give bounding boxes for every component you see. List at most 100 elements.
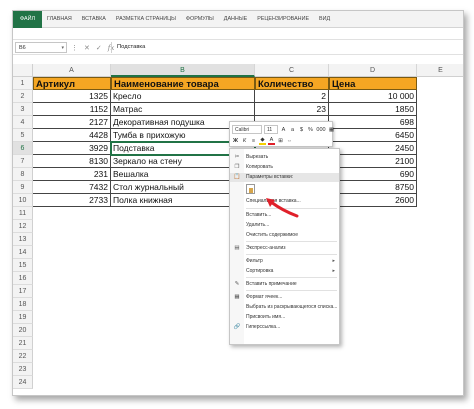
menu-item-hyperlink[interactable]: 🔗 Гиперссылка... [230, 323, 339, 332]
menu-item-define-name[interactable]: Присвоить имя... [230, 313, 339, 322]
header-cell-article[interactable]: Артикул [33, 77, 111, 90]
row-header[interactable]: 17 [13, 285, 33, 298]
row-header[interactable]: 5 [13, 129, 33, 142]
table-cell[interactable]: 23 [255, 103, 329, 116]
chevron-down-icon[interactable]: ▾ [61, 43, 64, 53]
percent-icon[interactable]: % [307, 127, 314, 133]
increase-font-icon[interactable]: A [280, 127, 287, 133]
tab-review[interactable]: РЕЦЕНЗИРОВАНИЕ [252, 11, 314, 28]
align-center-icon[interactable]: ≡ [250, 138, 257, 144]
row-header[interactable]: 14 [13, 246, 33, 259]
currency-icon[interactable]: $ [298, 127, 305, 133]
menu-item-paste-options[interactable]: 📋 Параметры вставки: [230, 173, 339, 182]
table-cell[interactable]: 2600 [329, 194, 417, 207]
row-header[interactable]: 4 [13, 116, 33, 129]
menu-item-insert-comment[interactable]: ✎ Вставить примечание [230, 280, 339, 289]
cancel-icon[interactable]: ✕ [84, 44, 90, 52]
tab-page-layout[interactable]: РАЗМЕТКА СТРАНИЦЫ [111, 11, 181, 28]
italic-icon[interactable]: К [241, 138, 248, 144]
menu-item-label: Параметры вставки: [246, 174, 294, 180]
menu-item-copy[interactable]: ❐ Копировать [230, 163, 339, 172]
table-cell[interactable]: 231 [33, 168, 111, 181]
row-header[interactable]: 3 [13, 103, 33, 116]
table-cell[interactable]: 4428 [33, 129, 111, 142]
row-header[interactable]: 1 [13, 77, 33, 90]
mini-toolbar: Calibri 11 A a $ % 000 ▦ Ж К ≡ ◆ A ⊞ ⇔ [229, 121, 335, 147]
row-header[interactable]: 15 [13, 259, 33, 272]
column-header-b[interactable]: B [111, 64, 255, 77]
table-cell[interactable]: 10 000 [329, 90, 417, 103]
row-header[interactable]: 21 [13, 337, 33, 350]
table-cell[interactable]: 8130 [33, 155, 111, 168]
menu-item-cut[interactable]: ✂ Вырезать [230, 153, 339, 162]
table-cell[interactable]: 8750 [329, 181, 417, 194]
menu-item-delete[interactable]: Удалить... [230, 221, 339, 230]
row-header[interactable]: 9 [13, 181, 33, 194]
menu-item-filter[interactable]: Фильтр ▸ [230, 257, 339, 266]
row-header[interactable]: 6 [13, 142, 33, 155]
row-header[interactable]: 22 [13, 350, 33, 363]
column-header-e[interactable]: E [417, 64, 463, 77]
column-header-a[interactable]: A [33, 64, 111, 77]
table-cell[interactable]: Матрас [111, 103, 255, 116]
format-painter-icon[interactable]: ▦ [328, 127, 335, 133]
tab-view[interactable]: ВИД [314, 11, 335, 28]
row-header[interactable]: 10 [13, 194, 33, 207]
table-cell[interactable]: 1325 [33, 90, 111, 103]
select-all-corner[interactable] [13, 64, 33, 77]
row-header[interactable]: 24 [13, 376, 33, 389]
column-header-c[interactable]: C [255, 64, 329, 77]
fill-color-icon[interactable]: ◆ [259, 137, 266, 145]
row-header[interactable]: 8 [13, 168, 33, 181]
paste-option-icon[interactable] [246, 184, 255, 194]
tab-data[interactable]: ДАННЫЕ [219, 11, 252, 28]
tab-formulas[interactable]: ФОРМУЛЫ [181, 11, 219, 28]
table-cell[interactable]: 2127 [33, 116, 111, 129]
menu-item-clear-contents[interactable]: Очистить содержимое [230, 231, 339, 240]
header-cell-price[interactable]: Цена [329, 77, 417, 90]
table-cell[interactable]: 1850 [329, 103, 417, 116]
menu-item-sort[interactable]: Сортировка ▸ [230, 267, 339, 276]
name-box[interactable]: B6 ▾ [15, 42, 67, 53]
tab-home[interactable]: ГЛАВНАЯ [42, 11, 77, 28]
table-cell[interactable]: 6450 [329, 129, 417, 142]
row-header[interactable]: 16 [13, 272, 33, 285]
row-header[interactable]: 19 [13, 311, 33, 324]
thousands-icon[interactable]: 000 [316, 127, 326, 133]
table-cell[interactable]: Кресло [111, 90, 255, 103]
header-cell-product-name[interactable]: Наименование товара [111, 77, 255, 90]
tab-file[interactable]: ФАЙЛ [13, 11, 42, 28]
borders-icon[interactable]: ⊞ [277, 138, 284, 144]
font-name-box[interactable]: Calibri [232, 125, 262, 134]
table-cell[interactable]: 1152 [33, 103, 111, 116]
menu-item-format-cells[interactable]: ▦ Формат ячеек... [230, 293, 339, 302]
merge-icon[interactable]: ⇔ [286, 138, 293, 144]
menu-item-pick-from-list[interactable]: Выбрать из раскрывающегося списка... [230, 303, 339, 312]
formula-input[interactable]: Подставка [117, 41, 145, 54]
font-size-box[interactable]: 11 [264, 125, 278, 134]
row-header[interactable]: 23 [13, 363, 33, 376]
bold-icon[interactable]: Ж [232, 138, 239, 144]
table-cell[interactable]: 7432 [33, 181, 111, 194]
table-cell[interactable]: 2 [255, 90, 329, 103]
tab-insert[interactable]: ВСТАВКА [77, 11, 111, 28]
font-color-icon[interactable]: A [268, 137, 275, 145]
row-header[interactable]: 7 [13, 155, 33, 168]
decrease-font-icon[interactable]: a [289, 127, 296, 133]
table-cell[interactable]: 2733 [33, 194, 111, 207]
table-cell[interactable]: 3929 [33, 142, 111, 155]
table-cell[interactable]: 698 [329, 116, 417, 129]
row-header[interactable]: 13 [13, 233, 33, 246]
menu-item-quick-analysis[interactable]: ▤ Экспресс-анализ [230, 244, 339, 253]
row-header[interactable]: 18 [13, 298, 33, 311]
row-header[interactable]: 12 [13, 220, 33, 233]
enter-icon[interactable]: ✓ [96, 44, 102, 52]
table-cell[interactable]: 690 [329, 168, 417, 181]
row-header[interactable]: 11 [13, 207, 33, 220]
table-cell[interactable]: 2450 [329, 142, 417, 155]
row-header[interactable]: 2 [13, 90, 33, 103]
header-cell-quantity[interactable]: Количество [255, 77, 329, 90]
row-header[interactable]: 20 [13, 324, 33, 337]
table-cell[interactable]: 2100 [329, 155, 417, 168]
column-header-d[interactable]: D [329, 64, 417, 77]
